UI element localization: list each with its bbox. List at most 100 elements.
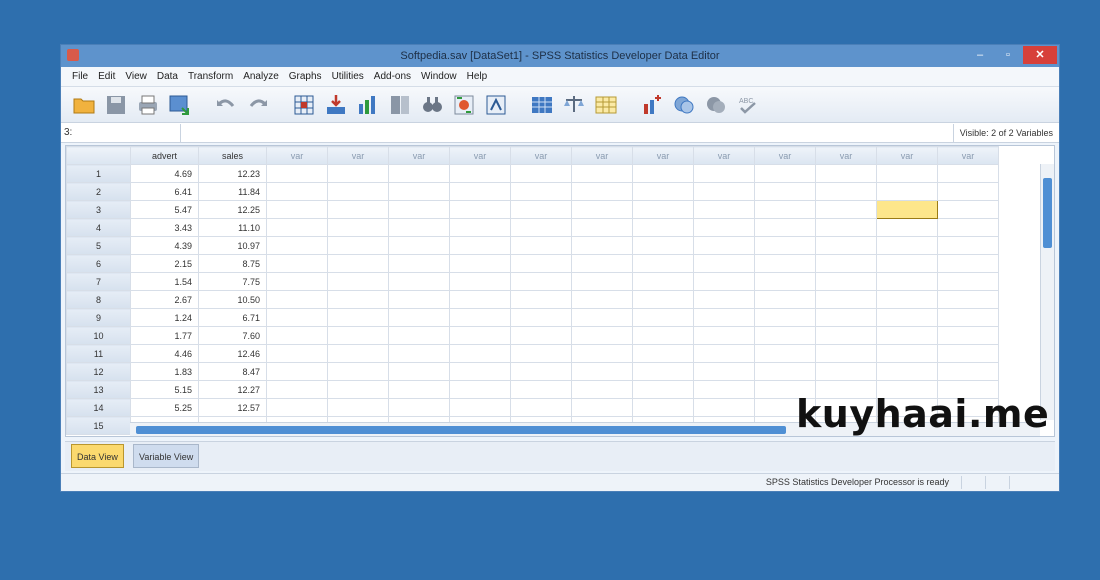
row-number[interactable]: 1: [66, 164, 131, 183]
cell-empty[interactable]: [510, 182, 572, 201]
cell-empty[interactable]: [815, 254, 877, 273]
cell-sales[interactable]: 12.57: [198, 398, 267, 417]
cell-empty[interactable]: [327, 362, 389, 381]
cell-empty[interactable]: [937, 164, 999, 183]
cell-advert[interactable]: 4.69: [130, 164, 199, 183]
cell-empty[interactable]: [388, 362, 450, 381]
minimize-button[interactable]: –: [967, 46, 993, 64]
cell-empty[interactable]: [693, 380, 755, 399]
cell-empty[interactable]: [388, 272, 450, 291]
cell-empty[interactable]: [266, 254, 328, 273]
cell-empty[interactable]: [693, 326, 755, 345]
cell-empty[interactable]: [327, 398, 389, 417]
cell-empty[interactable]: [937, 326, 999, 345]
cell-empty[interactable]: [266, 326, 328, 345]
weight-cases-icon[interactable]: [561, 92, 587, 118]
cell-empty[interactable]: [693, 254, 755, 273]
row-number[interactable]: 14: [66, 398, 131, 417]
column-header-var[interactable]: var: [632, 146, 694, 165]
cell-empty[interactable]: [510, 236, 572, 255]
cell-empty[interactable]: [266, 200, 328, 219]
undo-icon[interactable]: [213, 92, 239, 118]
use-sets-icon[interactable]: [671, 92, 697, 118]
menu-transform[interactable]: Transform: [183, 71, 238, 82]
cell-empty[interactable]: [937, 254, 999, 273]
cell-advert[interactable]: 4.46: [130, 344, 199, 363]
cell-empty[interactable]: [815, 164, 877, 183]
cell-empty[interactable]: [388, 290, 450, 309]
cell-empty[interactable]: [571, 290, 633, 309]
tab-variable-view[interactable]: Variable View: [133, 444, 200, 468]
cell-empty[interactable]: [937, 362, 999, 381]
cell-empty[interactable]: [449, 326, 511, 345]
cell-empty[interactable]: [449, 272, 511, 291]
title-bar[interactable]: Softpedia.sav [DataSet1] - SPSS Statisti…: [61, 45, 1059, 67]
row-number[interactable]: 6: [66, 254, 131, 273]
cell-empty[interactable]: [449, 236, 511, 255]
column-header-var[interactable]: var: [388, 146, 450, 165]
cell-empty[interactable]: [449, 200, 511, 219]
cell-empty[interactable]: [327, 218, 389, 237]
column-header-var[interactable]: var: [876, 146, 938, 165]
cell-empty[interactable]: [632, 200, 694, 219]
cell-empty[interactable]: [388, 308, 450, 327]
cell-advert[interactable]: 5.47: [130, 200, 199, 219]
cell-empty[interactable]: [510, 272, 572, 291]
cell-empty[interactable]: [327, 380, 389, 399]
cell-empty[interactable]: [937, 344, 999, 363]
cell-empty[interactable]: [693, 200, 755, 219]
cell-empty[interactable]: [571, 218, 633, 237]
cell-empty[interactable]: [937, 308, 999, 327]
cell-empty[interactable]: [388, 236, 450, 255]
cell-empty[interactable]: [632, 272, 694, 291]
show-all-variables-icon[interactable]: [703, 92, 729, 118]
grid-corner[interactable]: [66, 146, 131, 165]
cell-empty[interactable]: [693, 308, 755, 327]
cell-empty[interactable]: [754, 326, 816, 345]
cell-empty[interactable]: [754, 182, 816, 201]
cell-empty[interactable]: [449, 218, 511, 237]
column-header-var[interactable]: var: [266, 146, 328, 165]
cell-empty[interactable]: [754, 164, 816, 183]
cell-empty[interactable]: [754, 290, 816, 309]
row-number[interactable]: 12: [66, 362, 131, 381]
cell-empty[interactable]: [571, 272, 633, 291]
cell-empty[interactable]: [510, 164, 572, 183]
cell-empty[interactable]: [266, 362, 328, 381]
cell-empty[interactable]: [449, 344, 511, 363]
cell-empty[interactable]: [693, 182, 755, 201]
cell-empty[interactable]: [388, 218, 450, 237]
cell-empty[interactable]: [815, 218, 877, 237]
split-file-icon[interactable]: [529, 92, 555, 118]
cell-empty[interactable]: [571, 380, 633, 399]
cell-empty[interactable]: [327, 272, 389, 291]
cell-empty[interactable]: [388, 182, 450, 201]
cell-empty[interactable]: [571, 200, 633, 219]
save-icon[interactable]: [103, 92, 129, 118]
cell-sales[interactable]: 8.47: [198, 362, 267, 381]
cell-empty[interactable]: [815, 182, 877, 201]
column-header-var[interactable]: var: [937, 146, 999, 165]
cell-empty[interactable]: [449, 398, 511, 417]
cell-empty[interactable]: [632, 182, 694, 201]
column-header-var[interactable]: var: [693, 146, 755, 165]
column-header-var[interactable]: var: [571, 146, 633, 165]
cell-empty[interactable]: [754, 362, 816, 381]
cell-empty[interactable]: [937, 272, 999, 291]
redo-icon[interactable]: [245, 92, 271, 118]
row-number[interactable]: 3: [66, 200, 131, 219]
vertical-scrollbar[interactable]: [1040, 164, 1054, 420]
cell-empty[interactable]: [327, 200, 389, 219]
cell-empty[interactable]: [876, 254, 938, 273]
cell-reference[interactable]: 3:: [61, 123, 181, 142]
row-number[interactable]: 15: [66, 416, 131, 435]
cell-empty[interactable]: [937, 236, 999, 255]
cell-empty[interactable]: [510, 290, 572, 309]
cell-empty[interactable]: [571, 398, 633, 417]
cell-empty[interactable]: [693, 164, 755, 183]
cell-empty[interactable]: [693, 272, 755, 291]
cell-sales[interactable]: 7.60: [198, 326, 267, 345]
row-number[interactable]: 10: [66, 326, 131, 345]
menu-file[interactable]: File: [67, 71, 93, 82]
variables-icon[interactable]: [355, 92, 381, 118]
